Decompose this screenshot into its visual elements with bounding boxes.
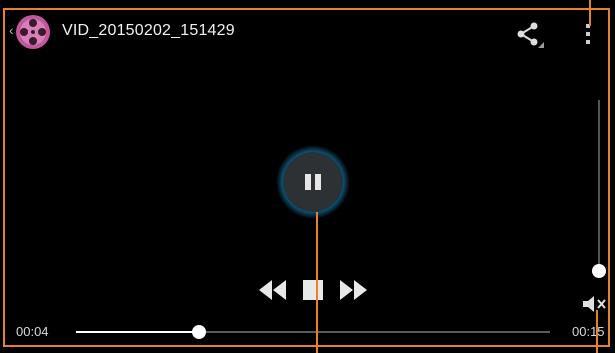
volume-slider-thumb[interactable] — [592, 264, 606, 278]
seek-bar-thumb[interactable] — [192, 325, 206, 339]
callout-line-pause — [316, 212, 318, 353]
fast-forward-icon[interactable] — [336, 275, 370, 305]
volume-mute-icon[interactable] — [580, 293, 608, 315]
volume-slider-track[interactable] — [598, 100, 600, 270]
elapsed-time: 00:04 — [16, 324, 49, 339]
video-title: VID_20150202_151429 — [62, 22, 235, 39]
more-vert-icon[interactable] — [580, 18, 596, 50]
stop-icon[interactable] — [300, 275, 326, 305]
video-player-screen: ‹ VID_20150202_151429 00:04 00:15 — [0, 0, 615, 353]
rewind-icon[interactable] — [256, 275, 290, 305]
film-reel-icon[interactable] — [14, 13, 52, 51]
top-action-bar: ‹ VID_20150202_151429 — [0, 10, 615, 54]
pause-icon — [305, 174, 311, 190]
share-icon[interactable] — [512, 19, 546, 49]
back-chevron-icon[interactable]: ‹ — [9, 23, 14, 37]
total-duration: 00:15 — [572, 324, 605, 339]
callout-line-more — [589, 0, 591, 26]
seek-bar-fill — [76, 331, 199, 333]
pause-button[interactable] — [276, 145, 350, 219]
callout-line-mute — [596, 310, 598, 353]
